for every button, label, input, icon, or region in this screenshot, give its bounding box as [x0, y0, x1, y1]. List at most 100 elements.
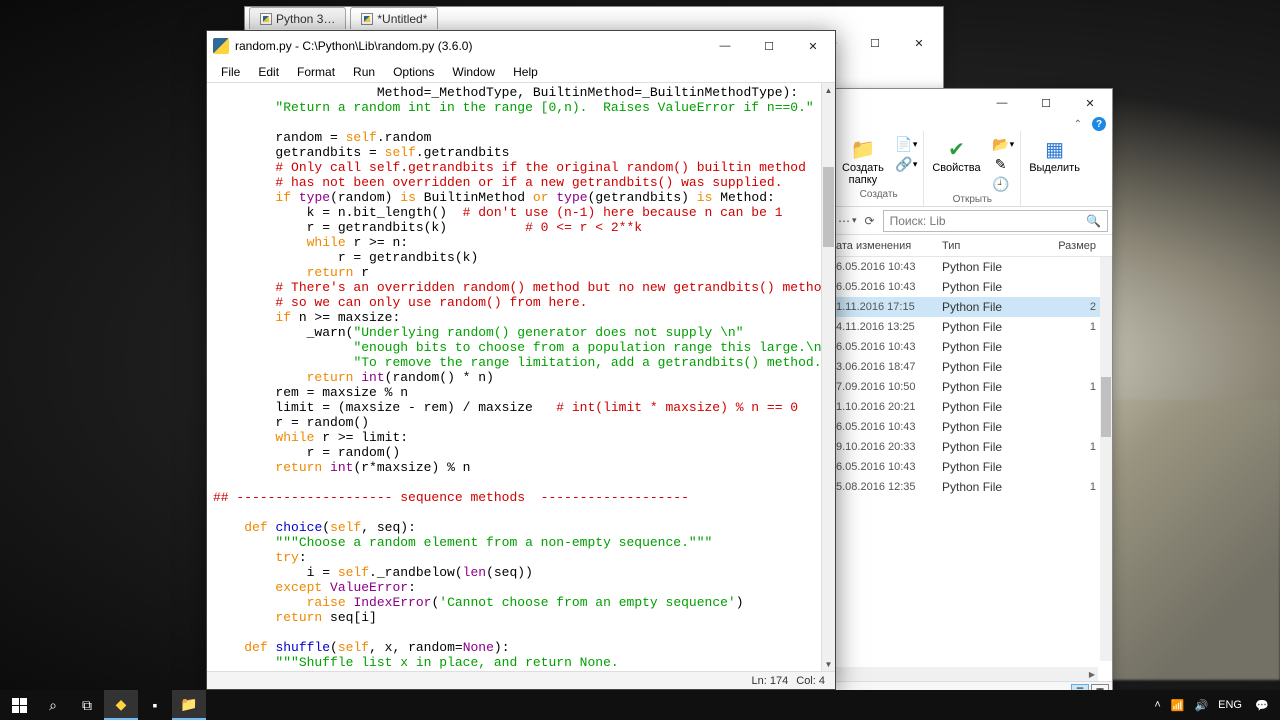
- close-button[interactable]: ✕: [897, 29, 941, 57]
- tab-python-shell[interactable]: Python 3…: [249, 7, 346, 29]
- properties-button[interactable]: ✔ Свойства: [926, 135, 986, 193]
- python-icon: [361, 13, 373, 25]
- button-label: Свойства: [932, 162, 980, 174]
- folder-icon: 📁: [849, 137, 877, 161]
- chevron-up-icon[interactable]: ⌃: [1074, 119, 1082, 130]
- tab-untitled[interactable]: *Untitled*: [350, 7, 438, 29]
- select-button[interactable]: ▦ Выделить: [1023, 135, 1086, 176]
- minimize-button[interactable]: —: [703, 31, 747, 61]
- minimize-button[interactable]: —: [980, 89, 1024, 117]
- close-button[interactable]: ✕: [1068, 89, 1112, 117]
- titlebar[interactable]: random.py - C:\Python\Lib\random.py (3.6…: [207, 31, 835, 61]
- ribbon-collapse-strip: ⌃ ?: [834, 117, 1112, 131]
- taskbar-app-idle[interactable]: ◆: [104, 690, 138, 720]
- file-row[interactable]: 4.11.2016 13:25Python File1: [834, 317, 1112, 337]
- maximize-button[interactable]: ☐: [853, 29, 897, 57]
- menu-options[interactable]: Options: [385, 63, 442, 81]
- ribbon: 📁 Создать папку 📄▾ 🔗▾ Создать ✔ Свойства…: [834, 131, 1112, 207]
- code-editor[interactable]: Method=_MethodType, BuiltinMethod=_Built…: [207, 83, 835, 671]
- file-list[interactable]: ата изменения Тип Размер 6.05.2016 10:43…: [834, 235, 1112, 681]
- ribbon-group-select: ▦ Выделить: [1021, 131, 1088, 206]
- menu-help[interactable]: Help: [505, 63, 546, 81]
- tab-label: Python 3…: [276, 12, 335, 26]
- menu-file[interactable]: File: [213, 63, 248, 81]
- link-icon: 🔗: [896, 156, 912, 172]
- search-button[interactable]: ⌕: [36, 690, 70, 720]
- windows-logo-icon: [12, 698, 27, 713]
- col-date-header[interactable]: ата изменения: [836, 240, 942, 252]
- search-input[interactable]: Поиск: Lib 🔍: [883, 210, 1108, 232]
- idle-editor-window[interactable]: random.py - C:\Python\Lib\random.py (3.6…: [206, 30, 836, 690]
- file-row[interactable]: 6.05.2016 10:43Python File: [834, 277, 1112, 297]
- language-indicator[interactable]: ENG: [1218, 699, 1242, 711]
- file-explorer-window[interactable]: — ☐ ✕ ⌃ ? 📁 Создать папку 📄▾ 🔗▾ Создать: [833, 88, 1113, 702]
- close-button[interactable]: ✕: [791, 31, 835, 61]
- file-row[interactable]: 1.11.2016 17:15Python File2: [834, 297, 1112, 317]
- open-button[interactable]: 📂▾: [989, 135, 1019, 153]
- file-row[interactable]: 6.05.2016 10:43Python File: [834, 417, 1112, 437]
- taskbar[interactable]: ⌕ ⧉ ◆ ▪ 📁 ˄ 📶 🔊 ENG 💬: [0, 690, 1280, 720]
- file-row[interactable]: 6.05.2016 10:43Python File: [834, 257, 1112, 277]
- titlebar[interactable]: — ☐ ✕: [834, 89, 1112, 117]
- file-row[interactable]: 6.05.2016 10:43Python File: [834, 457, 1112, 477]
- select-all-icon: ▦: [1041, 137, 1069, 161]
- search-placeholder: Поиск: Lib: [890, 214, 946, 228]
- new-item-icon: 📄: [896, 136, 912, 152]
- scrollbar-thumb[interactable]: [1101, 377, 1111, 437]
- col-type-header[interactable]: Тип: [942, 240, 1046, 252]
- history-icon: 🕘: [993, 176, 1009, 192]
- history-button[interactable]: 🕘: [989, 175, 1019, 193]
- notifications-icon[interactable]: 💬: [1252, 695, 1272, 715]
- column-headers[interactable]: ата изменения Тип Размер: [834, 235, 1112, 257]
- open-icon: 📂: [993, 136, 1009, 152]
- menu-run[interactable]: Run: [345, 63, 383, 81]
- system-tray[interactable]: ˄ 📶 🔊 ENG 💬: [1148, 695, 1278, 715]
- help-icon[interactable]: ?: [1092, 117, 1106, 131]
- breadcrumb-dropdown[interactable]: ⋯▾: [838, 214, 857, 228]
- maximize-button[interactable]: ☐: [747, 31, 791, 61]
- vertical-scrollbar[interactable]: [1100, 257, 1112, 661]
- scroll-down-icon[interactable]: ▼: [822, 657, 835, 671]
- file-row[interactable]: 5.08.2016 12:35Python File1: [834, 477, 1112, 497]
- new-folder-button[interactable]: 📁 Создать папку: [836, 135, 890, 188]
- start-button[interactable]: [2, 690, 36, 720]
- menu-edit[interactable]: Edit: [250, 63, 287, 81]
- tab-strip: Python 3… *Untitled*: [245, 7, 943, 29]
- menu-window[interactable]: Window: [444, 63, 503, 81]
- taskbar-app-cmd[interactable]: ▪: [138, 690, 172, 720]
- status-line: Ln: 174: [752, 675, 789, 687]
- scroll-up-icon[interactable]: ▲: [822, 83, 835, 97]
- file-row[interactable]: 6.05.2016 10:43Python File: [834, 337, 1112, 357]
- file-row[interactable]: 3.06.2016 18:47Python File: [834, 357, 1112, 377]
- check-icon: ✔: [943, 137, 971, 161]
- button-label: Создать папку: [842, 162, 884, 186]
- ribbon-group-create: 📁 Создать папку 📄▾ 🔗▾ Создать: [834, 131, 924, 206]
- edit-icon: ✎: [993, 156, 1009, 172]
- task-view-button[interactable]: ⧉: [70, 690, 104, 720]
- refresh-button[interactable]: ⟳: [861, 214, 879, 228]
- edit-button[interactable]: ✎: [989, 155, 1019, 173]
- maximize-button[interactable]: ☐: [1024, 89, 1068, 117]
- taskbar-app-explorer[interactable]: 📁: [172, 690, 206, 720]
- group-label: Создать: [860, 188, 898, 201]
- volume-icon[interactable]: 🔊: [1194, 699, 1208, 712]
- file-row[interactable]: 9.10.2016 20:33Python File1: [834, 437, 1112, 457]
- tray-chevron-icon[interactable]: ˄: [1154, 699, 1160, 711]
- group-label: Открыть: [953, 193, 992, 206]
- status-col: Col: 4: [796, 675, 825, 687]
- code-text[interactable]: Method=_MethodType, BuiltinMethod=_Built…: [207, 83, 835, 671]
- search-icon: 🔍: [1086, 214, 1101, 228]
- scrollbar-thumb[interactable]: [823, 167, 834, 247]
- file-row[interactable]: 7.09.2016 10:50Python File1: [834, 377, 1112, 397]
- new-item-button[interactable]: 📄▾: [892, 135, 922, 153]
- ribbon-group-open: ✔ Свойства 📂▾ ✎ 🕘 Открыть: [924, 131, 1021, 206]
- menu-format[interactable]: Format: [289, 63, 343, 81]
- file-row[interactable]: 1.10.2016 20:21Python File: [834, 397, 1112, 417]
- vertical-scrollbar[interactable]: ▲ ▼: [821, 83, 835, 671]
- network-icon[interactable]: 📶: [1171, 699, 1185, 712]
- horizontal-scrollbar[interactable]: [834, 667, 1098, 681]
- easy-access-button[interactable]: 🔗▾: [892, 155, 922, 173]
- button-label: Выделить: [1029, 162, 1080, 174]
- menu-bar: FileEditFormatRunOptionsWindowHelp: [207, 61, 835, 83]
- col-size-header[interactable]: Размер: [1046, 240, 1112, 252]
